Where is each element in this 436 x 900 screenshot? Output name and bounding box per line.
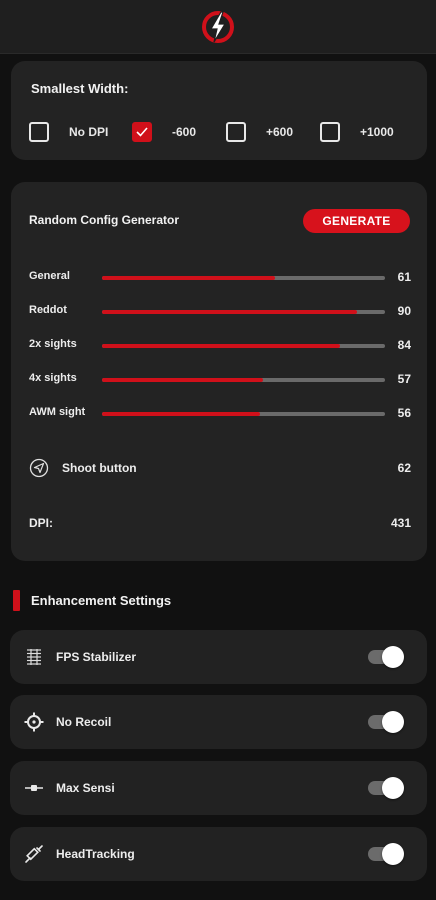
slider-label: 4x sights: [29, 372, 77, 384]
slider-fill: [102, 344, 340, 348]
slider-fill: [102, 276, 275, 280]
slider-value: 56: [397, 406, 411, 420]
shoot-button-row[interactable]: Shoot button 62: [29, 456, 411, 480]
shoot-button-value: 62: [397, 461, 411, 475]
slider-value: 57: [397, 372, 411, 386]
crosshair-icon: [24, 712, 44, 732]
slider-track[interactable]: [102, 412, 385, 416]
slider-label: Reddot: [29, 304, 67, 316]
option-no-dpi[interactable]: No DPI: [29, 122, 108, 142]
slider-label: AWM sight: [29, 406, 86, 418]
toggle-knob: [382, 646, 404, 668]
checkbox-label: No DPI: [69, 125, 109, 139]
generate-button[interactable]: GENERATE: [303, 209, 410, 233]
shoot-button-label: Shoot button: [62, 461, 137, 475]
no-recoil-card[interactable]: No Recoil: [10, 695, 427, 749]
slider-awm-sight[interactable]: AWM sight 56: [29, 403, 411, 423]
checkbox-label: +600: [266, 125, 294, 139]
fps-stabilizer-toggle[interactable]: [368, 646, 406, 668]
slider-track[interactable]: [102, 344, 385, 348]
slider-fill: [102, 412, 261, 416]
slider-4x-sights[interactable]: 4x sights 57: [29, 369, 411, 389]
slider-general[interactable]: General 61: [29, 267, 411, 287]
fps-icon: [27, 649, 41, 665]
slider-value: 84: [397, 338, 411, 352]
fps-stabilizer-card[interactable]: FPS Stabilizer: [10, 630, 427, 684]
headtracking-card[interactable]: HeadTracking: [10, 827, 427, 881]
lightning-logo-icon: [202, 10, 234, 43]
slider-icon: [25, 785, 43, 791]
option-plus-600[interactable]: +600: [226, 122, 293, 142]
toggle-knob: [382, 777, 404, 799]
checkbox[interactable]: [320, 122, 340, 142]
config-generator-card: Random Config Generator GENERATE General…: [11, 182, 427, 561]
checkbox-label: +1000: [360, 125, 394, 139]
toggle-knob: [382, 843, 404, 865]
checkbox[interactable]: [226, 122, 246, 142]
checkmark-icon: [136, 127, 148, 137]
checkbox[interactable]: [29, 122, 49, 142]
toggle-label: Max Sensi: [56, 781, 115, 795]
slider-label: General: [29, 270, 70, 282]
generator-title: Random Config Generator: [29, 213, 180, 227]
slider-track[interactable]: [102, 378, 385, 382]
section-accent-bar: [13, 589, 20, 611]
option-minus-600[interactable]: -600: [132, 122, 196, 142]
toggle-label: HeadTracking: [56, 847, 135, 861]
option-plus-1000[interactable]: +1000: [320, 122, 394, 142]
slider-track[interactable]: [102, 310, 385, 314]
slider-value: 90: [397, 304, 411, 318]
dpi-row: DPI: 431: [29, 516, 411, 536]
slider-fill: [102, 378, 264, 382]
enhancement-settings-header: Enhancement Settings: [13, 589, 171, 611]
max-sensi-card[interactable]: Max Sensi: [10, 761, 427, 815]
toggle-knob: [382, 711, 404, 733]
checkbox-checked[interactable]: [132, 122, 152, 142]
section-title: Enhancement Settings: [31, 592, 172, 608]
smallest-width-title: Smallest Width:: [31, 81, 129, 96]
syringe-icon: [25, 845, 43, 863]
no-recoil-toggle[interactable]: [368, 711, 406, 733]
slider-track[interactable]: [102, 276, 385, 280]
slider-label: 2x sights: [29, 338, 77, 350]
slider-reddot[interactable]: Reddot 90: [29, 301, 411, 321]
slider-value: 61: [397, 270, 411, 284]
toggle-label: No Recoil: [56, 715, 112, 729]
toggle-label: FPS Stabilizer: [56, 650, 137, 664]
send-icon: [29, 458, 49, 478]
max-sensi-toggle[interactable]: [368, 777, 406, 799]
checkbox-label: -600: [172, 125, 197, 139]
smallest-width-card: Smallest Width: No DPI -600 +600 +1000: [11, 61, 427, 160]
headtracking-toggle[interactable]: [368, 843, 406, 865]
top-bar: [0, 0, 436, 54]
slider-fill: [102, 310, 357, 314]
slider-2x-sights[interactable]: 2x sights 84: [29, 335, 411, 355]
dpi-value: 431: [390, 516, 411, 530]
dpi-label: DPI:: [29, 516, 53, 530]
